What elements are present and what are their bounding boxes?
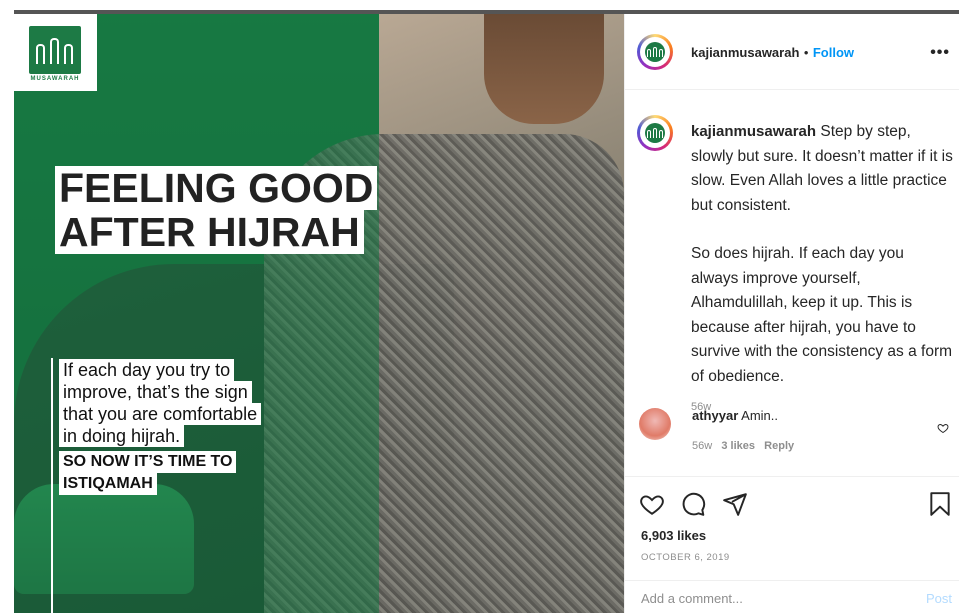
post-date[interactable]: OCTOBER 6, 2019	[641, 552, 730, 563]
follow-button[interactable]: Follow	[813, 45, 854, 60]
cta-line: SO NOW IT’S TIME TO	[59, 451, 237, 473]
logo-mark-icon	[29, 26, 81, 74]
share-icon[interactable]	[722, 491, 748, 517]
comment-meta: 56w 3 likes Reply	[692, 440, 794, 452]
post-body-text: If each day you try to improve, that’s t…	[59, 359, 262, 447]
caption-paragraph-2: So does hijrah. If each day you always i…	[691, 245, 953, 385]
body-line: If each day you try to	[59, 359, 235, 381]
post-caption: kajianmusawarah Step by step, slowly but…	[691, 120, 953, 420]
comment-text: athyyar Amin..	[692, 408, 778, 423]
more-options-icon[interactable]: •••	[930, 44, 950, 62]
add-comment-input[interactable]: Add a comment...	[641, 591, 743, 606]
green-overlay	[14, 14, 379, 613]
bookmark-icon[interactable]	[927, 491, 953, 517]
heart-icon[interactable]	[639, 491, 665, 517]
post-comment-button[interactable]: Post	[926, 591, 952, 606]
comment-icon[interactable]	[680, 491, 706, 517]
brand-logo: MUSAWARAH	[14, 14, 97, 91]
caption-username[interactable]: kajianmusawarah	[691, 123, 816, 140]
body-line: improve, that’s the sign	[59, 381, 252, 403]
comment-body: Amin..	[738, 408, 778, 423]
cta-line: ISTIQAMAH	[59, 473, 157, 495]
comment-username[interactable]: athyyar	[692, 408, 738, 423]
post-headline: FEELING GOOD AFTER HIJRAH	[55, 166, 378, 254]
likes-count[interactable]: 6,903 likes	[641, 528, 706, 543]
headline-line-2: AFTER HIJRAH	[55, 210, 364, 254]
post-actions: 6,903 likes OCTOBER 6, 2019 Add a commen…	[625, 476, 959, 613]
post-side-panel: kajianmusawarah • Follow ••• kajianmusaw…	[624, 14, 959, 613]
comment-time[interactable]: 56w	[692, 440, 712, 452]
headline-line-1: FEELING GOOD	[55, 166, 378, 210]
browser-top-edge	[0, 0, 959, 14]
person-head-shape	[484, 14, 604, 124]
comment-likes[interactable]: 3 likes	[721, 440, 755, 452]
comment-like-heart-icon[interactable]	[937, 422, 949, 434]
caption-avatar[interactable]	[637, 115, 673, 151]
text-accent-line	[51, 358, 53, 613]
header-username[interactable]: kajianmusawarah	[691, 45, 799, 60]
post-cta-text: SO NOW IT’S TIME TO ISTIQAMAH	[59, 451, 237, 495]
comment-reply-button[interactable]: Reply	[764, 440, 794, 452]
body-line: in doing hijrah.	[59, 425, 185, 447]
header-separator: •	[803, 45, 809, 60]
post-header: kajianmusawarah • Follow •••	[625, 14, 959, 90]
body-line: that you are comfortable	[59, 403, 262, 425]
commenter-avatar[interactable]	[639, 408, 671, 440]
logo-wordmark: MUSAWARAH	[30, 76, 80, 82]
avatar-logo-icon	[645, 123, 665, 143]
post-image[interactable]: MUSAWARAH FEELING GOOD AFTER HIJRAH If e…	[14, 14, 624, 613]
author-avatar[interactable]	[637, 34, 673, 70]
avatar-logo-icon	[645, 42, 665, 62]
add-comment-bar: Add a comment... Post	[625, 580, 959, 613]
